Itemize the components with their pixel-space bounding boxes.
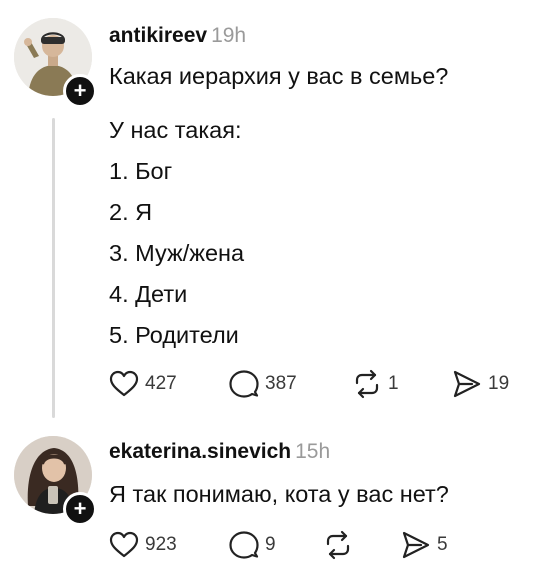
plus-icon: + — [73, 496, 87, 521]
plus-icon: + — [73, 78, 87, 103]
share-count: 19 — [488, 373, 510, 394]
repost-button[interactable] — [323, 528, 359, 562]
heart-icon — [109, 370, 139, 397]
repost-button[interactable]: 1 — [352, 367, 399, 401]
share-button[interactable]: 5 — [401, 528, 448, 562]
follow-button[interactable]: + — [63, 74, 97, 108]
post-ekaterina: + ekaterina.sinevich 15h Я так понимаю, к… — [0, 420, 540, 579]
share-icon — [453, 370, 481, 398]
share-button[interactable]: 19 — [452, 367, 509, 401]
like-button[interactable]: 923 — [109, 528, 177, 562]
post-line: 4. Дети — [109, 281, 188, 307]
heart-icon — [109, 531, 139, 558]
post-header: ekaterina.sinevich 15h — [109, 440, 330, 464]
username[interactable]: ekaterina.sinevich — [109, 440, 291, 463]
comment-icon — [229, 370, 259, 398]
post-antikireev: + antikireev 19h Какая иерархия у вас в с… — [0, 0, 540, 420]
comment-count: 9 — [265, 534, 276, 555]
post-line: 3. Муж/жена — [109, 240, 245, 266]
like-count: 923 — [145, 534, 177, 555]
share-count: 5 — [437, 534, 448, 555]
repost-icon — [355, 369, 379, 399]
thread-line — [52, 118, 55, 418]
post-body: У нас такая: 1. Бог 2. Я 3. Муж/жена 4. … — [109, 110, 244, 356]
timestamp: 15h — [295, 440, 331, 463]
username[interactable]: antikireev — [109, 24, 207, 47]
repost-count: 1 — [388, 373, 399, 394]
post-line: 1. Бог — [109, 158, 173, 184]
like-button[interactable]: 427 — [109, 367, 177, 401]
follow-button[interactable]: + — [63, 492, 97, 526]
post-header: antikireev 19h — [109, 24, 246, 48]
post-line: 5. Родители — [109, 322, 239, 348]
comment-button[interactable]: 9 — [229, 528, 276, 562]
like-count: 427 — [145, 373, 177, 394]
comment-button[interactable]: 387 — [229, 367, 297, 401]
post-line: У нас такая: — [109, 117, 242, 143]
repost-icon — [326, 530, 350, 560]
comment-count: 387 — [265, 373, 297, 394]
timestamp: 19h — [211, 24, 247, 47]
post-text: Я так понимаю, кота у вас нет? — [109, 481, 449, 507]
post-line: 2. Я — [109, 199, 153, 225]
comment-icon — [229, 531, 259, 559]
share-icon — [402, 531, 430, 559]
post-question: Какая иерархия у вас в семье? — [109, 63, 449, 89]
